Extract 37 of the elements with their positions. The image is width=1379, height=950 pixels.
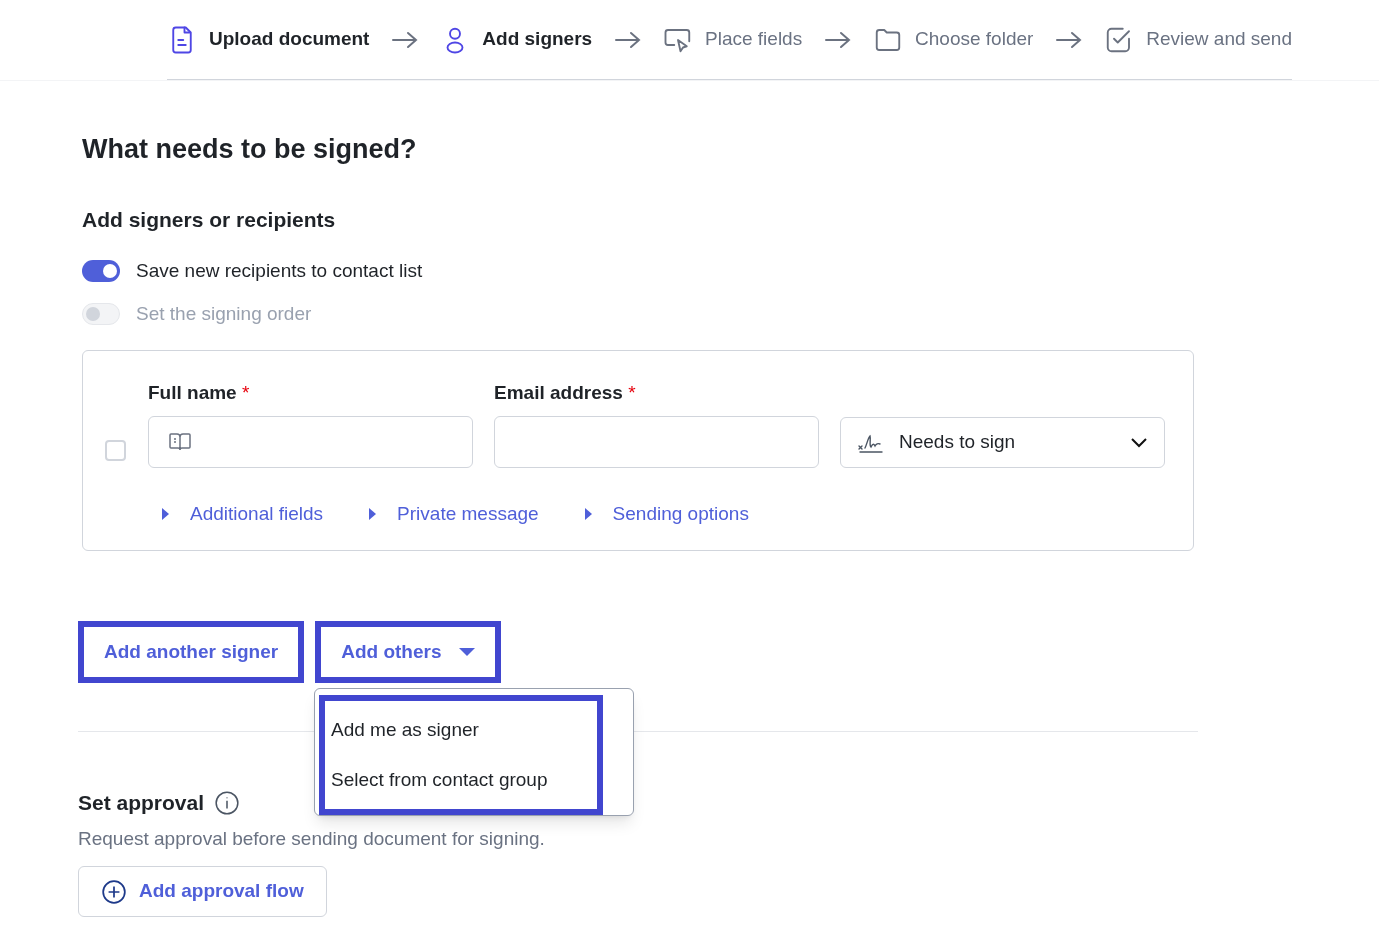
menu-item[interactable]: Add me as signer	[325, 715, 597, 745]
expander-link[interactable]: Additional fields	[160, 499, 324, 528]
plus-circle-icon	[101, 878, 127, 905]
field-label: Email address *	[494, 381, 637, 405]
toggle-label: Set the signing order	[136, 301, 312, 326]
caret-down-icon	[459, 647, 476, 657]
section-title: Set approval	[78, 790, 205, 816]
chevron-down-icon	[1130, 436, 1148, 448]
menu-item[interactable]: Select from contact group	[325, 765, 597, 795]
field-label: Full name *	[148, 381, 251, 405]
arrow-right-icon	[390, 29, 419, 50]
caret-icon	[582, 506, 593, 521]
arrow-right-icon	[823, 29, 852, 50]
description-text: Request approval before sending document for signing.	[78, 826, 546, 851]
caret-icon	[160, 506, 170, 521]
step-label[interactable]: Choose folder	[915, 25, 1034, 54]
page-title: What needs to be signed?	[82, 133, 418, 166]
step-label[interactable]: Place fields	[705, 25, 803, 54]
step-label[interactable]: Review and send	[1146, 25, 1292, 54]
signer-checkbox[interactable]	[105, 440, 126, 461]
arrow-right-icon	[1054, 29, 1083, 50]
toggle-switch[interactable]	[82, 260, 120, 283]
toggle-label: Save new recipients to contact list	[136, 259, 423, 283]
add-approval-button[interactable]: Add approval flow	[78, 866, 327, 917]
step-label[interactable]: Upload document	[209, 25, 370, 54]
name-field[interactable]	[148, 415, 473, 468]
email-field[interactable]	[494, 415, 819, 468]
add-signer-button[interactable]: Add another signer	[78, 621, 305, 683]
caret-icon	[367, 506, 378, 521]
step-label[interactable]: Add signers	[482, 25, 593, 54]
dropdown-button[interactable]: Add others	[315, 621, 502, 683]
expander-link[interactable]: Sending options	[582, 499, 749, 528]
info-icon[interactable]	[214, 789, 241, 816]
role-select[interactable]: Needs to sign	[840, 416, 1165, 468]
section-title: Add signers or recipients	[82, 206, 337, 233]
expander-link[interactable]: Private message	[367, 499, 539, 528]
arrow-right-icon	[613, 29, 642, 50]
